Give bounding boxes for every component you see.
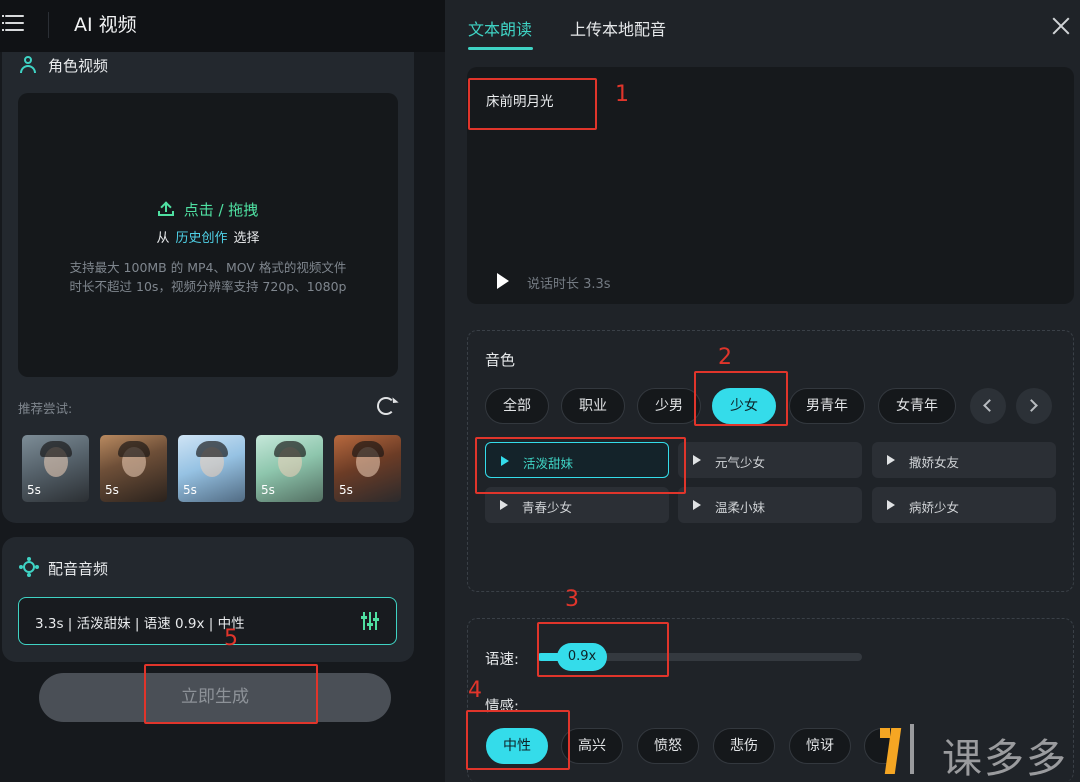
upload-action[interactable]: 点击 / 拖拽: [18, 199, 398, 220]
voice-label: 温柔小妹: [715, 500, 766, 515]
role-video-title: 角色视频: [48, 57, 109, 75]
voice-card[interactable]: 温柔小妹: [678, 487, 862, 523]
thumbnail-duration: 5s: [261, 483, 275, 497]
timbre-category-all[interactable]: 全部: [485, 388, 549, 424]
dubbing-icon: [19, 557, 39, 577]
tab-text-reading[interactable]: 文本朗读: [468, 16, 532, 40]
annotation-box-3: [537, 622, 669, 677]
video-upload-area[interactable]: 点击 / 拖拽 从历史创作 选择 支持最大 100MB 的 MP4、MOV 格式的…: [18, 93, 398, 377]
thumbnail[interactable]: 5s: [22, 435, 89, 502]
play-icon[interactable]: [497, 273, 509, 289]
voice-label: 病娇少女: [909, 500, 960, 515]
upload-icon: [157, 201, 174, 216]
app-title: AI 视频: [74, 14, 137, 36]
annotation-box-2: [694, 371, 788, 426]
close-icon[interactable]: [1052, 17, 1070, 35]
chevron-right-icon: [1025, 399, 1038, 412]
upload-hint-line1: 支持最大 100MB 的 MP4、MOV 格式的视频文件: [69, 260, 347, 275]
upload-action-label: 点击 / 拖拽: [183, 201, 259, 219]
thumbnail[interactable]: 5s: [178, 435, 245, 502]
annotation-box-5: [144, 664, 318, 724]
history-link[interactable]: 历史创作: [175, 231, 227, 246]
thumbnail-duration: 5s: [339, 483, 353, 497]
thumbnail[interactable]: 5s: [334, 435, 401, 502]
thumbnail[interactable]: 5s: [100, 435, 167, 502]
emotion-happy[interactable]: 高兴: [561, 728, 623, 764]
watermark-logo: 课多多: [880, 720, 1080, 782]
timbre-category-professional[interactable]: 职业: [561, 388, 625, 424]
upload-hint: 支持最大 100MB 的 MP4、MOV 格式的视频文件 时长不超过 10s，视…: [18, 258, 398, 296]
voice-card[interactable]: 元气少女: [678, 442, 862, 478]
annotation-number-1: 1: [615, 82, 629, 107]
annotation-number-4: 4: [468, 678, 482, 703]
voice-card[interactable]: 撒娇女友: [872, 442, 1056, 478]
active-tab-indicator: [468, 47, 533, 50]
recommend-label: 推荐尝试:: [18, 401, 73, 416]
thumbnail-duration: 5s: [27, 483, 41, 497]
divider: [48, 12, 49, 38]
timbre-category-young-man[interactable]: 男青年: [789, 388, 865, 424]
thumbnail[interactable]: 5s: [256, 435, 323, 502]
annotation-box-1: [468, 78, 597, 130]
timbre-category-boy[interactable]: 少男: [637, 388, 701, 424]
thumbnail-duration: 5s: [183, 483, 197, 497]
timbre-title: 音色: [485, 351, 516, 369]
select-label: 选择: [233, 231, 260, 246]
tab-upload-dubbing[interactable]: 上传本地配音: [570, 16, 666, 40]
timbre-category-young-woman[interactable]: 女青年: [878, 388, 956, 424]
timbre-prev-button[interactable]: [970, 388, 1006, 424]
play-icon: [500, 500, 508, 510]
refresh-icon[interactable]: [377, 397, 395, 415]
upload-hint-line2: 时长不超过 10s，视频分辨率支持 720p、1080p: [69, 279, 347, 294]
annotation-number-2: 2: [718, 345, 732, 370]
menu-icon[interactable]: [2, 12, 24, 34]
dubbing-summary[interactable]: 3.3s | 活泼甜妹 | 语速 0.9x | 中性: [18, 597, 397, 645]
annotation-box-voice: [475, 437, 686, 494]
play-icon: [887, 455, 895, 465]
play-icon: [693, 455, 701, 465]
emotion-surprised[interactable]: 惊讶: [789, 728, 851, 764]
settings-sliders-icon[interactable]: [361, 612, 379, 630]
timbre-next-button[interactable]: [1016, 388, 1052, 424]
emotion-angry[interactable]: 愤怒: [637, 728, 699, 764]
annotation-box-4: [466, 710, 570, 770]
user-icon: [19, 55, 37, 73]
annotation-number-3: 3: [565, 587, 579, 612]
voice-label: 青春少女: [522, 500, 573, 515]
history-select-line: 从历史创作 选择: [18, 227, 398, 246]
voice-label: 撒娇女友: [909, 455, 960, 470]
top-bar: AI 视频: [0, 0, 445, 52]
dubbing-summary-text: 3.3s | 活泼甜妹 | 语速 0.9x | 中性: [35, 616, 245, 632]
play-icon: [693, 500, 701, 510]
voice-card[interactable]: 病娇少女: [872, 487, 1056, 523]
play-icon: [887, 500, 895, 510]
voice-label: 元气少女: [715, 455, 766, 470]
chevron-left-icon: [983, 399, 996, 412]
emotion-sad[interactable]: 悲伤: [713, 728, 775, 764]
from-label: 从: [156, 231, 170, 246]
speech-duration: 说话时长 3.3s: [527, 277, 611, 292]
annotation-number-5: 5: [224, 626, 238, 651]
speed-label: 语速:: [485, 652, 519, 668]
thumbnail-duration: 5s: [105, 483, 119, 497]
dubbing-title: 配音音频: [48, 560, 109, 578]
